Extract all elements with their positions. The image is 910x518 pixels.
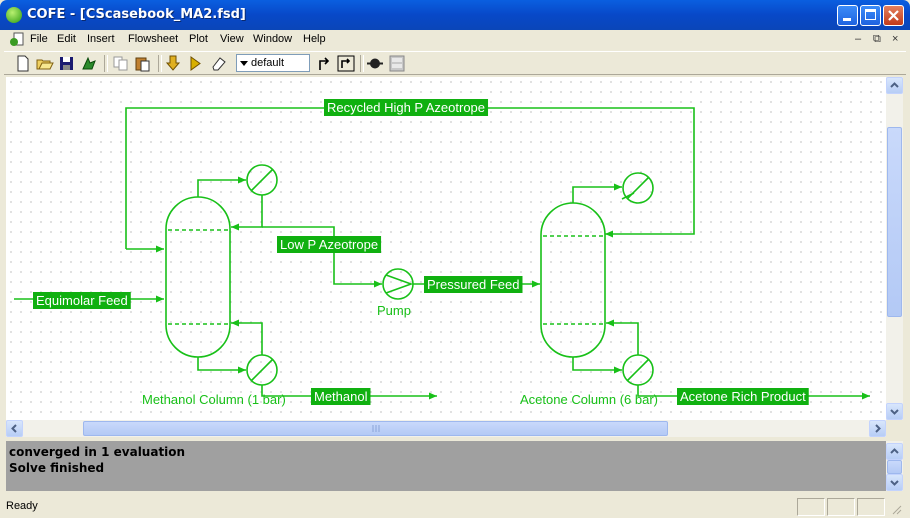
- save-icon[interactable]: [58, 55, 76, 72]
- copy-icon[interactable]: [112, 55, 130, 72]
- paste-icon[interactable]: [134, 55, 152, 72]
- chevron-down-icon: [890, 480, 899, 486]
- scroll-down-button[interactable]: [886, 403, 903, 420]
- properties-icon[interactable]: [80, 55, 98, 72]
- document-icon[interactable]: [10, 32, 24, 47]
- menu-bar: File Edit Insert Flowsheet Plot View Win…: [4, 30, 906, 49]
- scroll-left-button[interactable]: [6, 420, 23, 437]
- mdi-minimize-icon[interactable]: –: [855, 33, 861, 46]
- output-line: converged in 1 evaluation: [9, 445, 186, 459]
- menu-help[interactable]: Help: [300, 32, 329, 47]
- new-icon[interactable]: [14, 55, 32, 72]
- status-cell: [827, 498, 855, 516]
- status-cell: [797, 498, 825, 516]
- acetone-stream-label[interactable]: Acetone Rich Product: [680, 389, 806, 404]
- output-vertical-scrollbar[interactable]: [886, 441, 903, 491]
- run-icon[interactable]: [186, 55, 204, 72]
- config-select[interactable]: default: [236, 54, 310, 72]
- status-text: Ready: [6, 500, 38, 512]
- app-icon[interactable]: [6, 7, 22, 23]
- output-scroll-thumb[interactable]: [887, 460, 902, 474]
- output-panel[interactable]: converged in 1 evaluation Solve finished: [6, 441, 886, 491]
- maximize-button[interactable]: [860, 5, 881, 26]
- import-icon[interactable]: [164, 55, 182, 72]
- pressured-stream-label[interactable]: Pressured Feed: [427, 277, 520, 292]
- mdi-restore-icon[interactable]: ⧉: [873, 33, 881, 46]
- toolbar-separator: [158, 55, 162, 72]
- title-bar[interactable]: COFE - [CScasebook_MA2.fsd]: [0, 0, 910, 30]
- canvas-vertical-scrollbar[interactable]: [886, 77, 903, 420]
- close-button[interactable]: [883, 5, 904, 26]
- close-icon: [888, 10, 899, 21]
- step-icon[interactable]: [316, 55, 334, 72]
- menu-window[interactable]: Window: [250, 32, 295, 47]
- chevron-down-icon: [890, 409, 899, 415]
- unit-icon[interactable]: [366, 55, 384, 72]
- output-line: Solve finished: [9, 461, 105, 475]
- status-bar: Ready: [4, 497, 906, 518]
- panel-icon[interactable]: [388, 55, 406, 72]
- pump-label: Pump: [377, 303, 411, 318]
- mdi-close-icon[interactable]: ×: [892, 33, 898, 46]
- config-select-value: default: [251, 57, 285, 69]
- methanol-stream-label[interactable]: Methanol: [314, 389, 368, 404]
- grip-icon: [372, 425, 380, 432]
- erase-icon[interactable]: [210, 55, 228, 72]
- menu-view[interactable]: View: [217, 32, 247, 47]
- chevron-down-icon: [240, 61, 248, 66]
- stream-icon[interactable]: [337, 55, 355, 72]
- menu-edit[interactable]: Edit: [54, 32, 79, 47]
- resize-grip-icon[interactable]: [890, 503, 902, 515]
- canvas-horizontal-scrollbar[interactable]: [6, 420, 886, 437]
- vertical-scroll-thumb[interactable]: [887, 127, 902, 317]
- column2-label: Acetone Column (6 bar): [520, 392, 658, 407]
- pump: [382, 268, 414, 300]
- menu-file[interactable]: File: [27, 32, 51, 47]
- status-cell: [857, 498, 885, 516]
- toolbar-separator: [104, 55, 108, 72]
- low-p-stream-label[interactable]: Low P Azeotrope: [280, 237, 378, 252]
- window-title: COFE - [CScasebook_MA2.fsd]: [27, 7, 246, 22]
- open-icon[interactable]: [36, 55, 54, 72]
- chevron-up-icon: [890, 82, 899, 88]
- menu-insert[interactable]: Insert: [84, 32, 118, 47]
- toolbar-separator: [360, 55, 364, 72]
- recycle-stream-line: [125, 107, 695, 250]
- low-p-stream-line: [262, 226, 382, 285]
- minimize-button[interactable]: [837, 5, 858, 26]
- horizontal-scroll-thumb[interactable]: [83, 421, 668, 436]
- toolbar: default: [4, 51, 906, 75]
- menu-plot[interactable]: Plot: [186, 32, 211, 47]
- scroll-up-button[interactable]: [886, 77, 903, 94]
- menu-flowsheet[interactable]: Flowsheet: [125, 32, 181, 47]
- recycle-stream-label[interactable]: Recycled High P Azeotrope: [327, 100, 485, 115]
- chevron-up-icon: [890, 448, 899, 454]
- chevron-left-icon: [11, 424, 17, 433]
- chevron-right-icon: [875, 424, 881, 433]
- output-scroll-down-button[interactable]: [886, 474, 903, 491]
- methanol-column: [165, 196, 231, 358]
- output-scroll-up-button[interactable]: [886, 443, 903, 460]
- scrollbar-corner: [886, 420, 903, 437]
- column1-label: Methanol Column (1 bar): [142, 392, 286, 407]
- flowsheet-canvas[interactable]: Pump Methanol Column (1 bar) Acetone Col…: [6, 77, 886, 420]
- scroll-right-button[interactable]: [869, 420, 886, 437]
- feed-stream-label[interactable]: Equimolar Feed: [36, 293, 128, 308]
- acetone-column: [540, 202, 606, 358]
